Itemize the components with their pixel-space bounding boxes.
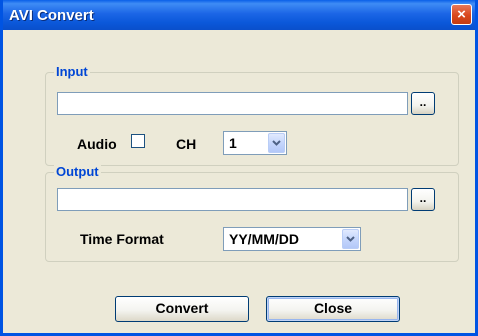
avi-convert-dialog: AVI Convert × Input .. Audio CH 1 Output… <box>0 0 478 336</box>
title-bar[interactable]: AVI Convert × <box>3 0 475 30</box>
audio-checkbox[interactable] <box>131 134 145 148</box>
time-format-select-value: YY/MM/DD <box>229 231 299 247</box>
time-format-dropdown-button[interactable] <box>342 229 359 249</box>
close-button[interactable]: Close <box>266 296 400 322</box>
channel-label: CH <box>176 136 197 152</box>
output-browse-button[interactable]: .. <box>411 188 435 211</box>
input-path-field[interactable] <box>57 92 408 115</box>
input-browse-button[interactable]: .. <box>411 92 435 115</box>
output-path-field[interactable] <box>57 188 408 211</box>
time-format-label: Time Format <box>80 231 164 247</box>
channel-select-value: 1 <box>229 135 237 151</box>
close-icon: × <box>457 6 466 23</box>
channel-dropdown-button[interactable] <box>268 133 285 153</box>
audio-label: Audio <box>77 136 117 152</box>
output-group-label: Output <box>54 164 101 180</box>
time-format-select[interactable]: YY/MM/DD <box>223 227 361 251</box>
chevron-down-icon <box>272 140 281 146</box>
close-window-button[interactable]: × <box>451 4 472 25</box>
convert-button[interactable]: Convert <box>115 296 249 322</box>
input-group-label: Input <box>54 64 90 80</box>
chevron-down-icon <box>346 236 355 242</box>
window-title: AVI Convert <box>9 7 94 24</box>
channel-select[interactable]: 1 <box>223 131 287 155</box>
